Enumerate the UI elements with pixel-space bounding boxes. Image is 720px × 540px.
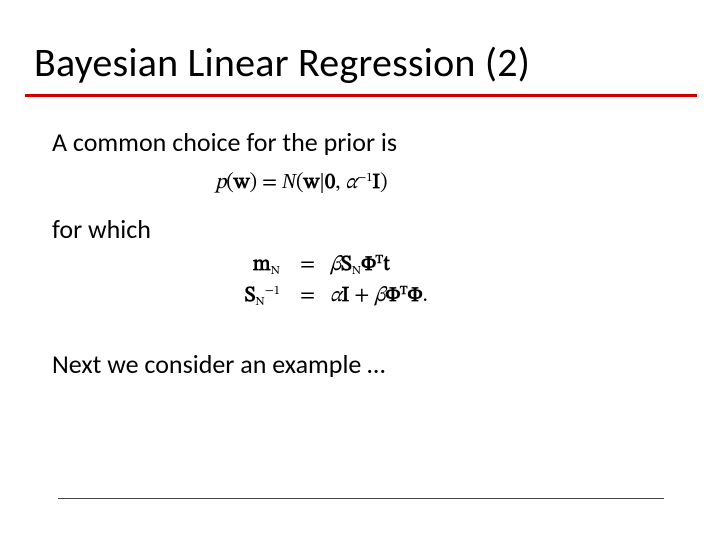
eq-prior-w: w xyxy=(234,172,250,193)
eq-prior-identity: I xyxy=(372,172,380,193)
equation-prior: p(w) = N(w|0, α−1I) xyxy=(215,169,387,196)
body-line-2: for which xyxy=(52,213,151,245)
body-line-1: A common choice for the prior is xyxy=(52,126,397,158)
eq-prior-p: p xyxy=(215,172,226,193)
slide: Bayesian Linear Regression (2) A common … xyxy=(0,0,720,540)
footer-rule xyxy=(58,498,664,499)
eq-prior-normal: N xyxy=(282,169,296,193)
title-underline xyxy=(25,94,697,97)
eq-prior-alpha: α xyxy=(345,172,357,193)
eq-prior-neg1: −1 xyxy=(357,171,372,184)
slide-title: Bayesian Linear Regression (2) xyxy=(34,38,530,87)
eq-prior-zero: 0 xyxy=(325,172,335,193)
body-line-3: Next we consider an example … xyxy=(52,348,385,380)
